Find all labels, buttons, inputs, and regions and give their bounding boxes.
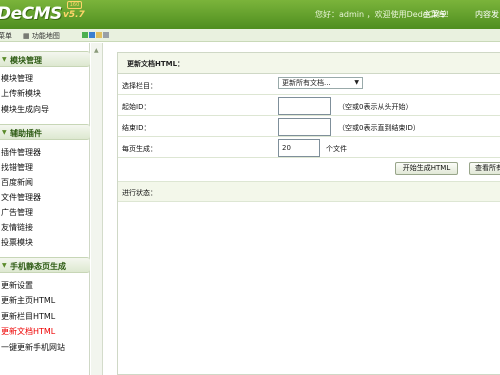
theme-swatch-blue[interactable] (89, 32, 95, 38)
start-id-input[interactable] (278, 97, 331, 115)
column-select-value: 更新所有文档... (282, 79, 331, 87)
sidebar-item[interactable]: 文件管理器 (1, 192, 41, 203)
per-page-unit: 个文件 (326, 145, 347, 153)
sidebar-item[interactable]: 模块管理 (1, 73, 33, 84)
column-select[interactable]: 更新所有文档... ▼ (278, 77, 363, 89)
column-label: 选择栏目： (122, 82, 157, 90)
sidebar-item-active[interactable]: 更新文档HTML (1, 326, 55, 337)
start-id-hint: （空或0表示从头开始） (338, 103, 413, 111)
section-mobile-static[interactable]: ▼ 手机静态页生成 (0, 257, 90, 273)
theme-swatch-gray[interactable] (103, 32, 109, 38)
section-title: 模块管理 (10, 56, 42, 65)
version-label: v5.7 (63, 10, 85, 20)
end-id-hint: （空或0表示直到结束ID） (338, 124, 420, 132)
sidebar: ▼ 模块管理 模块管理 上传新模块 模块生成向导 ▼ 辅助插件 插件管理器 找错… (0, 43, 90, 375)
chevron-down-icon: ▼ (2, 262, 7, 269)
logo: DeCMS (0, 4, 62, 24)
end-id-input[interactable] (278, 118, 331, 136)
top-header: DeCMS 160 v5.7 您好：admin ，欢迎使用DedeCMS！ 主菜… (0, 0, 500, 29)
toolbar: 菜单 ▦ 功能地图 (0, 29, 500, 42)
chevron-down-icon: ▼ (2, 129, 7, 136)
dropdown-arrow-icon: ▼ (354, 79, 359, 86)
sidebar-item[interactable]: 百度新闻 (1, 177, 33, 188)
sidebar-item[interactable]: 更新主页HTML (1, 295, 55, 306)
sidebar-splitter[interactable]: ▲ (91, 43, 103, 375)
version-badge: 160 (67, 1, 82, 9)
panel-title-bar: 更新文档HTML： (118, 53, 500, 74)
menu-link[interactable]: 菜单 (0, 31, 12, 41)
theme-swatch-green[interactable] (82, 32, 88, 38)
per-page-input[interactable]: 20 (278, 139, 320, 157)
sidebar-item[interactable]: 上传新模块 (1, 88, 41, 99)
sidebar-item[interactable]: 找错管理 (1, 162, 33, 173)
sitemap-link[interactable]: ▦ 功能地图 (23, 31, 60, 41)
view-all-button[interactable]: 查看所有 (469, 162, 500, 175)
sitemap-label: 功能地图 (31, 32, 60, 40)
update-document-panel: 更新文档HTML： 选择栏目： 更新所有文档... ▼ 起始ID： （空或0表示… (117, 52, 500, 375)
form-row-start-id: 起始ID： （空或0表示从头开始） (118, 95, 500, 116)
end-id-label: 结束ID： (122, 124, 151, 132)
sidebar-item[interactable]: 更新栏目HTML (1, 311, 55, 322)
grid-icon: ▦ (23, 32, 30, 40)
panel-title: 更新文档HTML： (127, 60, 185, 68)
sidebar-item[interactable]: 插件管理器 (1, 147, 41, 158)
collapse-arrow-icon[interactable]: ▲ (94, 47, 99, 54)
sidebar-item[interactable]: 投票模块 (1, 237, 33, 248)
sidebar-item[interactable]: 广告管理 (1, 207, 33, 218)
start-id-label: 起始ID： (122, 103, 151, 111)
sidebar-item[interactable]: 一键更新手机网站 (1, 342, 65, 353)
generate-html-button[interactable]: 开始生成HTML (395, 162, 458, 175)
content-nav-link[interactable]: 内容发 (475, 9, 499, 20)
sidebar-item[interactable]: 更新设置 (1, 280, 33, 291)
theme-swatch-yellow[interactable] (96, 32, 102, 38)
chevron-down-icon: ▼ (2, 56, 7, 63)
form-row-per-page: 每页生成： 20 个文件 (118, 137, 500, 158)
progress-status-row: 进行状态： (118, 181, 500, 202)
main-menu-link[interactable]: 主菜单 (423, 9, 447, 20)
form-row-actions: 开始生成HTML 查看所有 (118, 158, 500, 181)
form-row-column: 选择栏目： 更新所有文档... ▼ (118, 74, 500, 95)
section-module-manage[interactable]: ▼ 模块管理 (0, 51, 90, 67)
sidebar-item[interactable]: 友情链接 (1, 222, 33, 233)
progress-label: 进行状态： (122, 189, 157, 197)
form-row-end-id: 结束ID： （空或0表示直到结束ID） (118, 116, 500, 137)
section-title: 辅助插件 (10, 129, 42, 138)
section-title: 手机静态页生成 (10, 262, 66, 271)
per-page-label: 每页生成： (122, 145, 157, 153)
section-plugins[interactable]: ▼ 辅助插件 (0, 124, 90, 140)
sidebar-item[interactable]: 模块生成向导 (1, 104, 49, 115)
